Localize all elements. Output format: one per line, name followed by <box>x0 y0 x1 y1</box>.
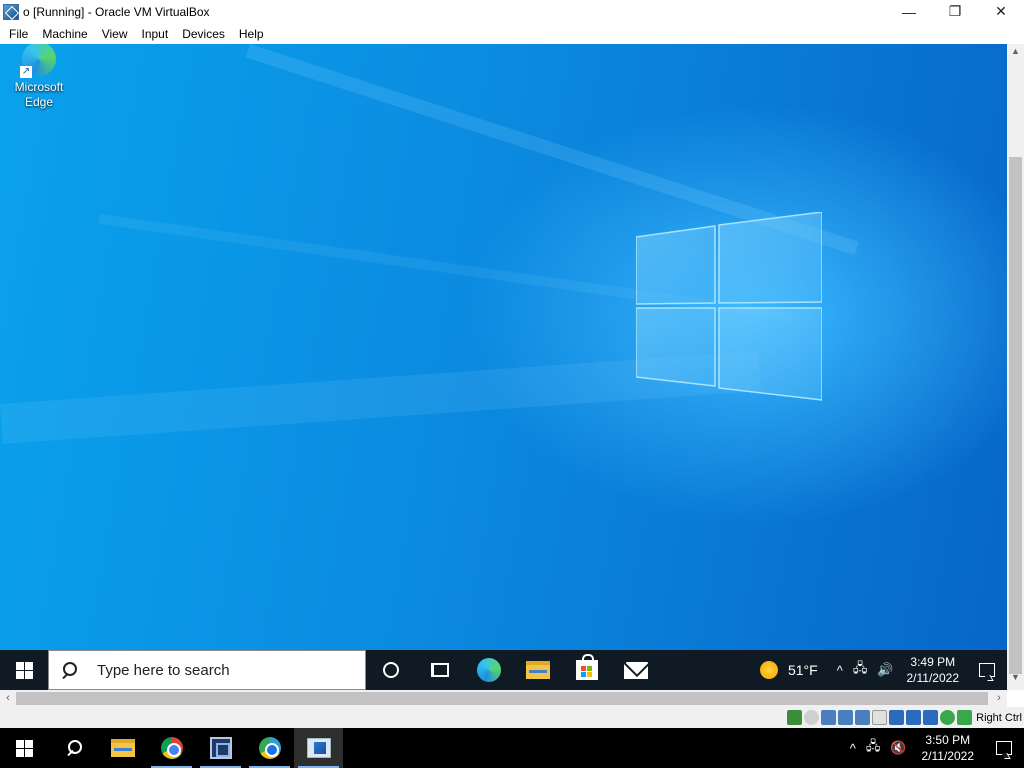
close-button[interactable]: ✕ <box>978 0 1024 23</box>
horizontal-scrollbar[interactable]: ‹ › <box>0 690 1007 707</box>
audio-icon[interactable] <box>821 710 837 725</box>
mail-icon <box>623 661 648 679</box>
task-view-icon <box>430 663 449 677</box>
cortana-icon <box>382 662 399 678</box>
host-vm-window[interactable] <box>294 728 343 768</box>
scroll-down-arrow-icon[interactable]: ▼ <box>1007 672 1024 688</box>
guest-screen[interactable]: ↗ Microsoft Edge Type here to search 51°… <box>0 44 1007 690</box>
mouse-integration-icon[interactable] <box>940 710 956 725</box>
usb-icon[interactable] <box>855 710 871 725</box>
guest-notifications-button[interactable] <box>967 650 1007 690</box>
vm-status-bar: Right Ctrl <box>0 707 1024 728</box>
horizontal-scroll-thumb[interactable] <box>16 692 988 705</box>
notification-icon <box>979 663 995 677</box>
sun-icon[interactable] <box>759 661 778 679</box>
scroll-right-arrow-icon[interactable]: › <box>991 690 1007 707</box>
guest-start-button[interactable] <box>0 650 48 690</box>
host-file-explorer[interactable] <box>98 728 147 768</box>
host-key-label: Right Ctrl <box>976 711 1022 724</box>
menu-devices[interactable]: Devices <box>176 27 231 41</box>
notification-icon <box>996 741 1012 755</box>
guest-system-tray: 51°F ^ 🖧 🔊 3:49 PM 2/11/2022 <box>759 650 1007 690</box>
windows-start-icon <box>15 661 33 679</box>
host-clock-date: 2/11/2022 <box>921 749 975 763</box>
windows-start-icon <box>16 739 33 757</box>
edge-icon <box>476 658 501 682</box>
virtualbox-app-icon <box>3 3 19 20</box>
guest-clock-time: 3:49 PM <box>910 655 956 669</box>
guest-taskbar: Type here to search 51°F ^ 🖧 🔊 3:49 PM 2… <box>0 650 1007 690</box>
windows-wallpaper-logo <box>636 212 822 401</box>
volume-muted-icon[interactable]: 🔇 <box>890 740 906 756</box>
task-view-button[interactable] <box>415 650 464 690</box>
vertical-scroll-thumb[interactable] <box>1009 157 1022 674</box>
scroll-left-arrow-icon[interactable]: ‹ <box>0 690 16 707</box>
restore-button[interactable]: ❐ <box>932 0 978 23</box>
guest-clock[interactable]: 3:49 PM 2/11/2022 <box>907 654 960 686</box>
window-title: o [Running] - Oracle VM VirtualBox <box>23 4 210 19</box>
menu-bar: File Machine View Input Devices Help <box>0 23 1024 44</box>
keyboard-icon[interactable] <box>957 710 973 725</box>
host-virtualbox[interactable] <box>196 728 245 768</box>
weather-temp[interactable]: 51°F <box>788 662 818 678</box>
cortana-button[interactable] <box>366 650 415 690</box>
network-icon[interactable]: 🖧 <box>866 737 881 759</box>
video-capture-icon[interactable] <box>906 710 922 725</box>
host-search-button[interactable] <box>49 728 98 768</box>
host-taskbar: ^ 🖧 🔇 3:50 PM 2/11/2022 <box>0 728 1024 768</box>
search-icon <box>66 740 82 756</box>
window-titlebar: o [Running] - Oracle VM VirtualBox — ❐ ✕ <box>0 0 1024 23</box>
taskbar-mail[interactable] <box>611 650 660 690</box>
window-controls: — ❐ ✕ <box>886 0 1024 23</box>
menu-machine[interactable]: Machine <box>36 27 93 41</box>
host-notifications-button[interactable] <box>984 728 1024 768</box>
taskbar-store[interactable] <box>562 650 611 690</box>
host-start-button[interactable] <box>0 728 49 768</box>
chrome-canary-icon <box>258 737 281 759</box>
chevron-up-icon[interactable]: ^ <box>850 741 856 756</box>
store-icon <box>575 654 598 680</box>
hard-disk-icon[interactable] <box>787 710 803 725</box>
network-icon[interactable] <box>838 710 854 725</box>
shared-folders-icon[interactable] <box>872 710 888 725</box>
vm-window-icon <box>306 738 331 758</box>
guest-search-box[interactable]: Type here to search <box>48 650 366 690</box>
host-clock[interactable]: 3:50 PM 2/11/2022 <box>922 732 975 764</box>
taskbar-edge[interactable] <box>464 650 513 690</box>
menu-file[interactable]: File <box>3 27 34 41</box>
host-system-tray: ^ 🖧 🔇 3:50 PM 2/11/2022 <box>845 728 1024 768</box>
menu-input[interactable]: Input <box>136 27 175 41</box>
scroll-up-arrow-icon[interactable]: ▲ <box>1007 46 1024 62</box>
shortcut-arrow-icon: ↗ <box>20 66 32 78</box>
host-chrome[interactable] <box>147 728 196 768</box>
search-placeholder: Type here to search <box>97 661 230 679</box>
minimize-button[interactable]: — <box>886 0 932 23</box>
desktop-icon-label: Microsoft Edge <box>14 80 64 109</box>
menu-view[interactable]: View <box>96 27 134 41</box>
guest-clock-date: 2/11/2022 <box>906 671 960 685</box>
host-clock-time: 3:50 PM <box>925 733 971 747</box>
virtualbox-icon <box>209 737 232 759</box>
chrome-icon <box>160 737 183 759</box>
optical-drive-icon[interactable] <box>804 710 820 725</box>
taskbar-file-explorer[interactable] <box>513 650 562 690</box>
virtualization-icon[interactable] <box>923 710 939 725</box>
file-explorer-icon <box>525 661 550 679</box>
vertical-scrollbar[interactable]: ▲ ▼ <box>1007 44 1024 690</box>
display-icon[interactable] <box>889 710 905 725</box>
host-chrome-canary[interactable] <box>245 728 294 768</box>
file-explorer-icon <box>110 739 135 757</box>
search-icon <box>61 662 77 678</box>
chevron-up-icon[interactable]: ^ <box>837 663 843 678</box>
edge-icon: ↗ <box>20 44 56 78</box>
menu-help[interactable]: Help <box>233 27 270 41</box>
volume-icon[interactable]: 🔊 <box>877 662 893 678</box>
network-icon[interactable]: 🖧 <box>853 659 868 681</box>
desktop-icon-microsoft-edge[interactable]: ↗ Microsoft Edge <box>8 44 70 110</box>
